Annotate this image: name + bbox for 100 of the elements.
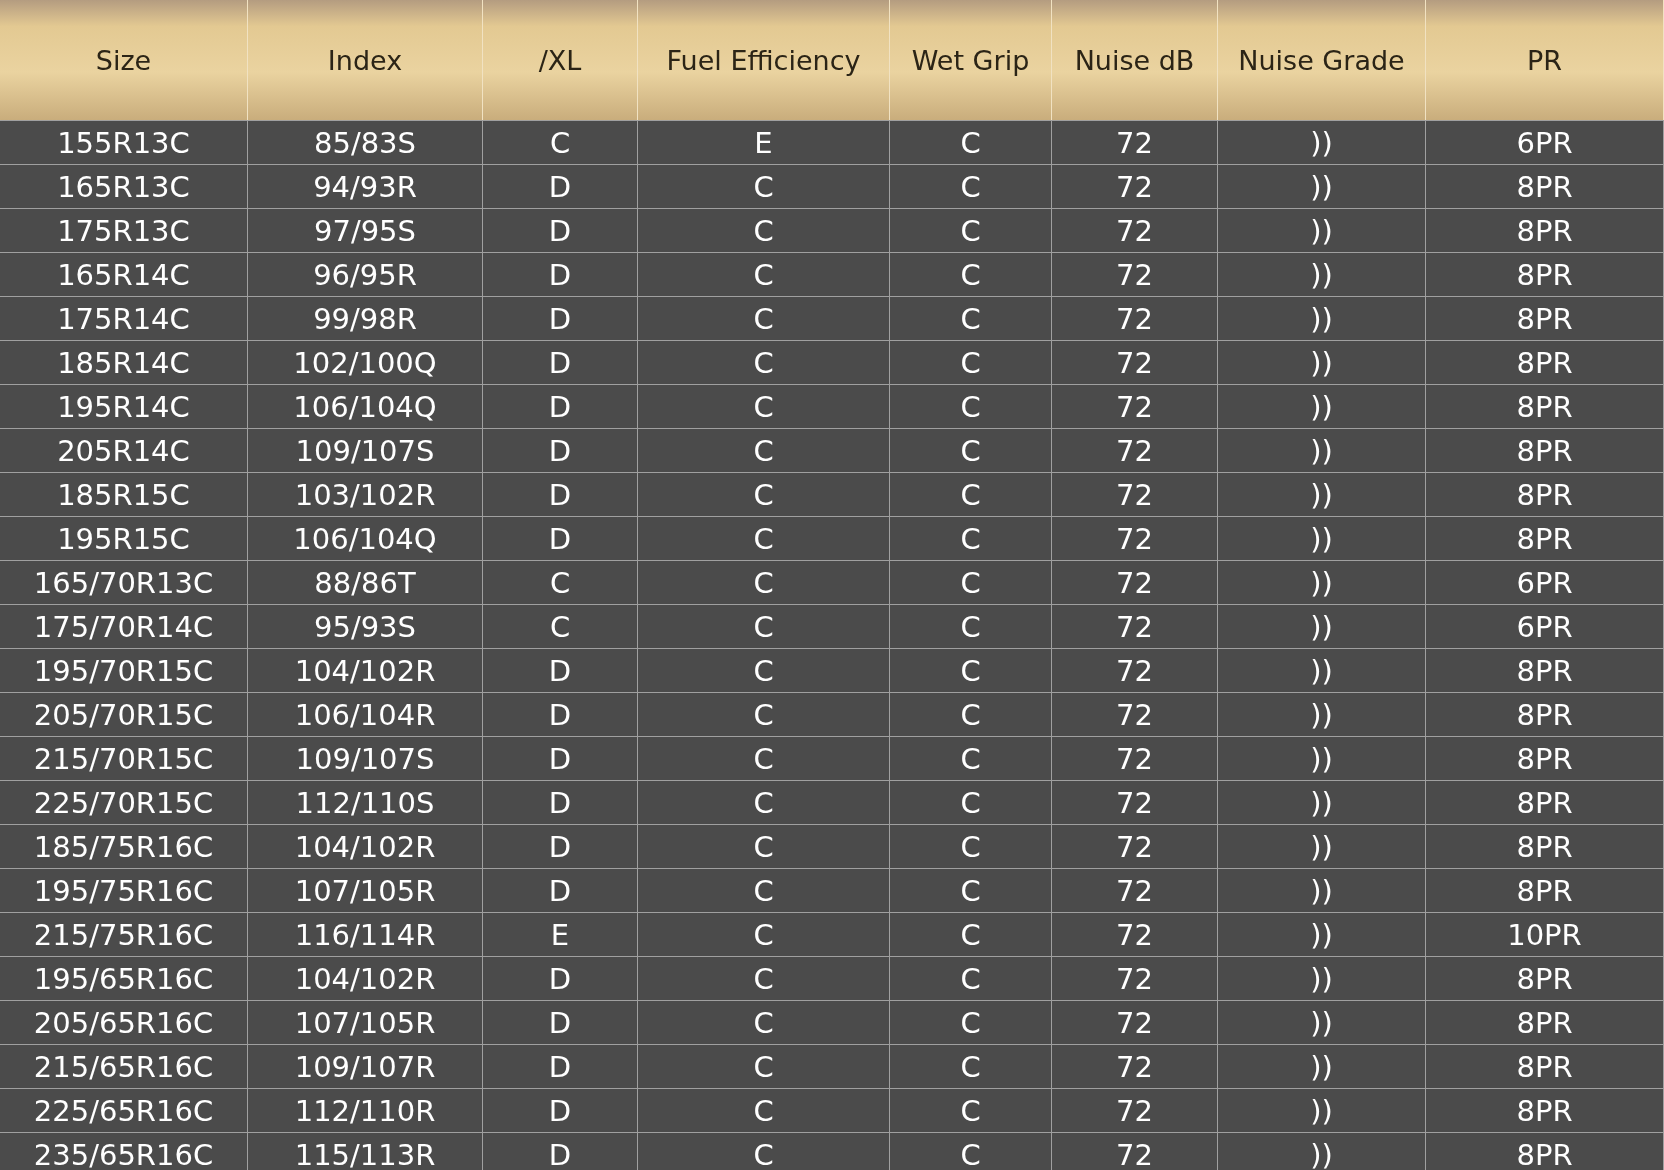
table-cell: 6PR <box>1426 604 1664 648</box>
table-cell: 8PR <box>1426 824 1664 868</box>
table-cell: )) <box>1218 516 1426 560</box>
table-cell: )) <box>1218 296 1426 340</box>
table-cell: D <box>483 1088 638 1132</box>
table-cell: 72 <box>1052 296 1218 340</box>
table-cell: 8PR <box>1426 384 1664 428</box>
table-cell: 8PR <box>1426 164 1664 208</box>
table-cell: )) <box>1218 956 1426 1000</box>
table-cell: )) <box>1218 1044 1426 1088</box>
table-cell: C <box>638 1132 890 1170</box>
table-cell: C <box>638 340 890 384</box>
table-cell: 72 <box>1052 120 1218 164</box>
table-cell: C <box>638 912 890 956</box>
table-cell: )) <box>1218 340 1426 384</box>
table-cell: D <box>483 1000 638 1044</box>
table-cell: 72 <box>1052 692 1218 736</box>
table-cell: 116/114R <box>248 912 483 956</box>
table-cell: 215/70R15C <box>0 736 248 780</box>
table-cell: C <box>890 912 1052 956</box>
table-cell: 102/100Q <box>248 340 483 384</box>
table-cell: 165R13C <box>0 164 248 208</box>
table-cell: )) <box>1218 560 1426 604</box>
table-cell: 94/93R <box>248 164 483 208</box>
table-cell: 8PR <box>1426 780 1664 824</box>
table-cell: )) <box>1218 472 1426 516</box>
table-cell: C <box>890 164 1052 208</box>
table-cell: D <box>483 736 638 780</box>
table-cell: C <box>890 428 1052 472</box>
table-cell: D <box>483 516 638 560</box>
table-cell: 106/104R <box>248 692 483 736</box>
table-cell: C <box>890 736 1052 780</box>
table-cell: D <box>483 428 638 472</box>
table-cell: 72 <box>1052 516 1218 560</box>
column-header: /XL <box>483 0 638 120</box>
table-cell: 104/102R <box>248 956 483 1000</box>
table-cell: C <box>638 736 890 780</box>
table-cell: D <box>483 384 638 428</box>
table-cell: 97/95S <box>248 208 483 252</box>
table-cell: )) <box>1218 736 1426 780</box>
table-cell: 99/98R <box>248 296 483 340</box>
table-cell: 205R14C <box>0 428 248 472</box>
table-cell: 72 <box>1052 780 1218 824</box>
table-cell: 107/105R <box>248 1000 483 1044</box>
table-cell: D <box>483 692 638 736</box>
table-cell: C <box>890 692 1052 736</box>
table-cell: 195/65R16C <box>0 956 248 1000</box>
table-cell: C <box>638 1000 890 1044</box>
table-cell: C <box>638 296 890 340</box>
table-cell: 72 <box>1052 208 1218 252</box>
table-cell: C <box>638 472 890 516</box>
table-cell: 8PR <box>1426 252 1664 296</box>
column-header: Fuel Efficiency <box>638 0 890 120</box>
table-cell: 175R13C <box>0 208 248 252</box>
table-cell: 95/93S <box>248 604 483 648</box>
table-cell: C <box>890 1132 1052 1170</box>
table-cell: D <box>483 824 638 868</box>
table-cell: 8PR <box>1426 516 1664 560</box>
table-cell: 195R15C <box>0 516 248 560</box>
table-cell: 185R14C <box>0 340 248 384</box>
table-cell: 175/70R14C <box>0 604 248 648</box>
table-cell: )) <box>1218 1132 1426 1170</box>
table-cell: 225/70R15C <box>0 780 248 824</box>
table-cell: D <box>483 252 638 296</box>
table-cell: 72 <box>1052 340 1218 384</box>
table-cell: 107/105R <box>248 868 483 912</box>
table-cell: 8PR <box>1426 1000 1664 1044</box>
table-cell: D <box>483 1132 638 1170</box>
table-cell: 104/102R <box>248 648 483 692</box>
table-cell: )) <box>1218 604 1426 648</box>
table-cell: 8PR <box>1426 1044 1664 1088</box>
table-cell: 112/110S <box>248 780 483 824</box>
table-cell: D <box>483 208 638 252</box>
table-cell: 175R14C <box>0 296 248 340</box>
column-header: PR <box>1426 0 1664 120</box>
table-cell: )) <box>1218 868 1426 912</box>
table-cell: 8PR <box>1426 1132 1664 1170</box>
table-cell: 205/65R16C <box>0 1000 248 1044</box>
table-cell: C <box>638 516 890 560</box>
table-cell: 104/102R <box>248 824 483 868</box>
table-cell: 225/65R16C <box>0 1088 248 1132</box>
table-cell: 205/70R15C <box>0 692 248 736</box>
table-cell: 72 <box>1052 956 1218 1000</box>
table-cell: C <box>890 780 1052 824</box>
table-cell: C <box>638 384 890 428</box>
table-cell: 8PR <box>1426 208 1664 252</box>
table-cell: 8PR <box>1426 296 1664 340</box>
table-cell: C <box>890 824 1052 868</box>
table-cell: 165R14C <box>0 252 248 296</box>
table-cell: )) <box>1218 208 1426 252</box>
table-cell: C <box>890 1044 1052 1088</box>
table-cell: C <box>890 296 1052 340</box>
table-cell: 72 <box>1052 1132 1218 1170</box>
table-cell: C <box>638 692 890 736</box>
table-cell: C <box>890 472 1052 516</box>
table-cell: )) <box>1218 252 1426 296</box>
table-cell: 109/107S <box>248 736 483 780</box>
table-cell: 8PR <box>1426 736 1664 780</box>
table-cell: 103/102R <box>248 472 483 516</box>
table-cell: 72 <box>1052 428 1218 472</box>
